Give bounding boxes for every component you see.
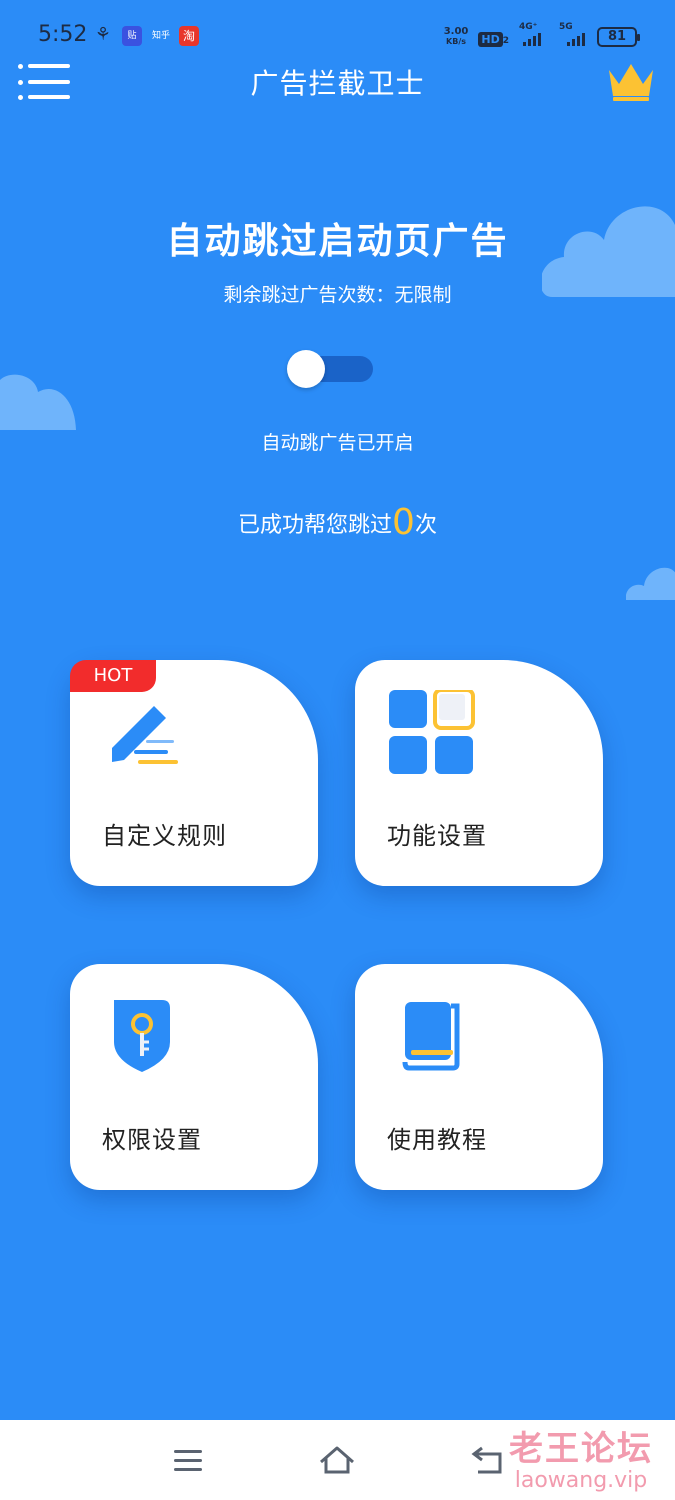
recent-apps-icon[interactable] <box>168 1442 208 1478</box>
cloud-decoration-small <box>626 567 675 600</box>
card-label: 功能设置 <box>387 822 487 850</box>
watermark: 老王论坛 laowang.vip <box>509 1429 653 1493</box>
card-label: 使用教程 <box>387 1126 487 1154</box>
remaining-count-text: 剩余跳过广告次数：无限制 <box>223 284 452 306</box>
card-tutorial[interactable]: 使用教程 <box>355 964 603 1190</box>
skip-count-value: 0 <box>392 502 415 543</box>
auto-skip-toggle[interactable] <box>287 350 375 388</box>
status-indicators: 3.00 KB/s HD 2 4G⁺ 5G 81 <box>443 22 640 50</box>
hot-badge: HOT <box>70 660 156 692</box>
cloud-decoration-left <box>0 374 76 430</box>
home-icon[interactable] <box>317 1442 357 1478</box>
card-label: 自定义规则 <box>102 822 227 850</box>
status-app-icon-zhihu: 知乎 <box>151 31 170 41</box>
status-time: 5:52 <box>38 22 88 47</box>
toggle-knob <box>287 350 325 388</box>
skip-counter: 已成功帮您跳过0次 <box>238 502 437 543</box>
net-speed: 3.00 KB/s <box>443 26 469 47</box>
status-app-icon: ⚘ <box>94 24 112 45</box>
app-title: 广告拦截卫士 <box>250 67 425 100</box>
crown-icon[interactable] <box>605 60 657 102</box>
card-feature-settings[interactable]: 功能设置 <box>355 660 603 886</box>
key-shield-icon <box>114 1000 170 1072</box>
status-bar: 5:52 ⚘ 贴 知乎 淘 3.00 KB/s HD 2 4G⁺ 5G 81 <box>0 14 675 58</box>
back-icon[interactable] <box>468 1442 508 1478</box>
signal-5g-icon: 5G <box>559 22 587 46</box>
card-permission-settings[interactable]: 权限设置 <box>70 964 318 1190</box>
app-bar: 广告拦截卫士 <box>0 60 675 104</box>
grid-icon <box>389 690 475 774</box>
card-custom-rules[interactable]: HOT 自定义规则 <box>70 660 318 886</box>
signal-4g-icon: 4G⁺ <box>519 22 549 46</box>
hd-icon: HD 2 <box>478 28 509 47</box>
system-nav-bar: 老王论坛 laowang.vip <box>0 1420 675 1500</box>
battery-icon: 81 <box>597 27 640 47</box>
book-icon <box>402 1002 460 1071</box>
card-label: 权限设置 <box>102 1126 202 1154</box>
hero-title: 自动跳过启动页广告 <box>166 221 509 262</box>
toggle-status-text: 自动跳广告已开启 <box>261 432 414 454</box>
status-app-icon-tieba: 贴 <box>122 26 142 46</box>
app-screen: 5:52 ⚘ 贴 知乎 淘 3.00 KB/s HD 2 4G⁺ 5G 81 广… <box>0 0 675 1420</box>
pen-icon <box>112 706 178 764</box>
status-app-icon-taobao: 淘 <box>179 26 199 46</box>
